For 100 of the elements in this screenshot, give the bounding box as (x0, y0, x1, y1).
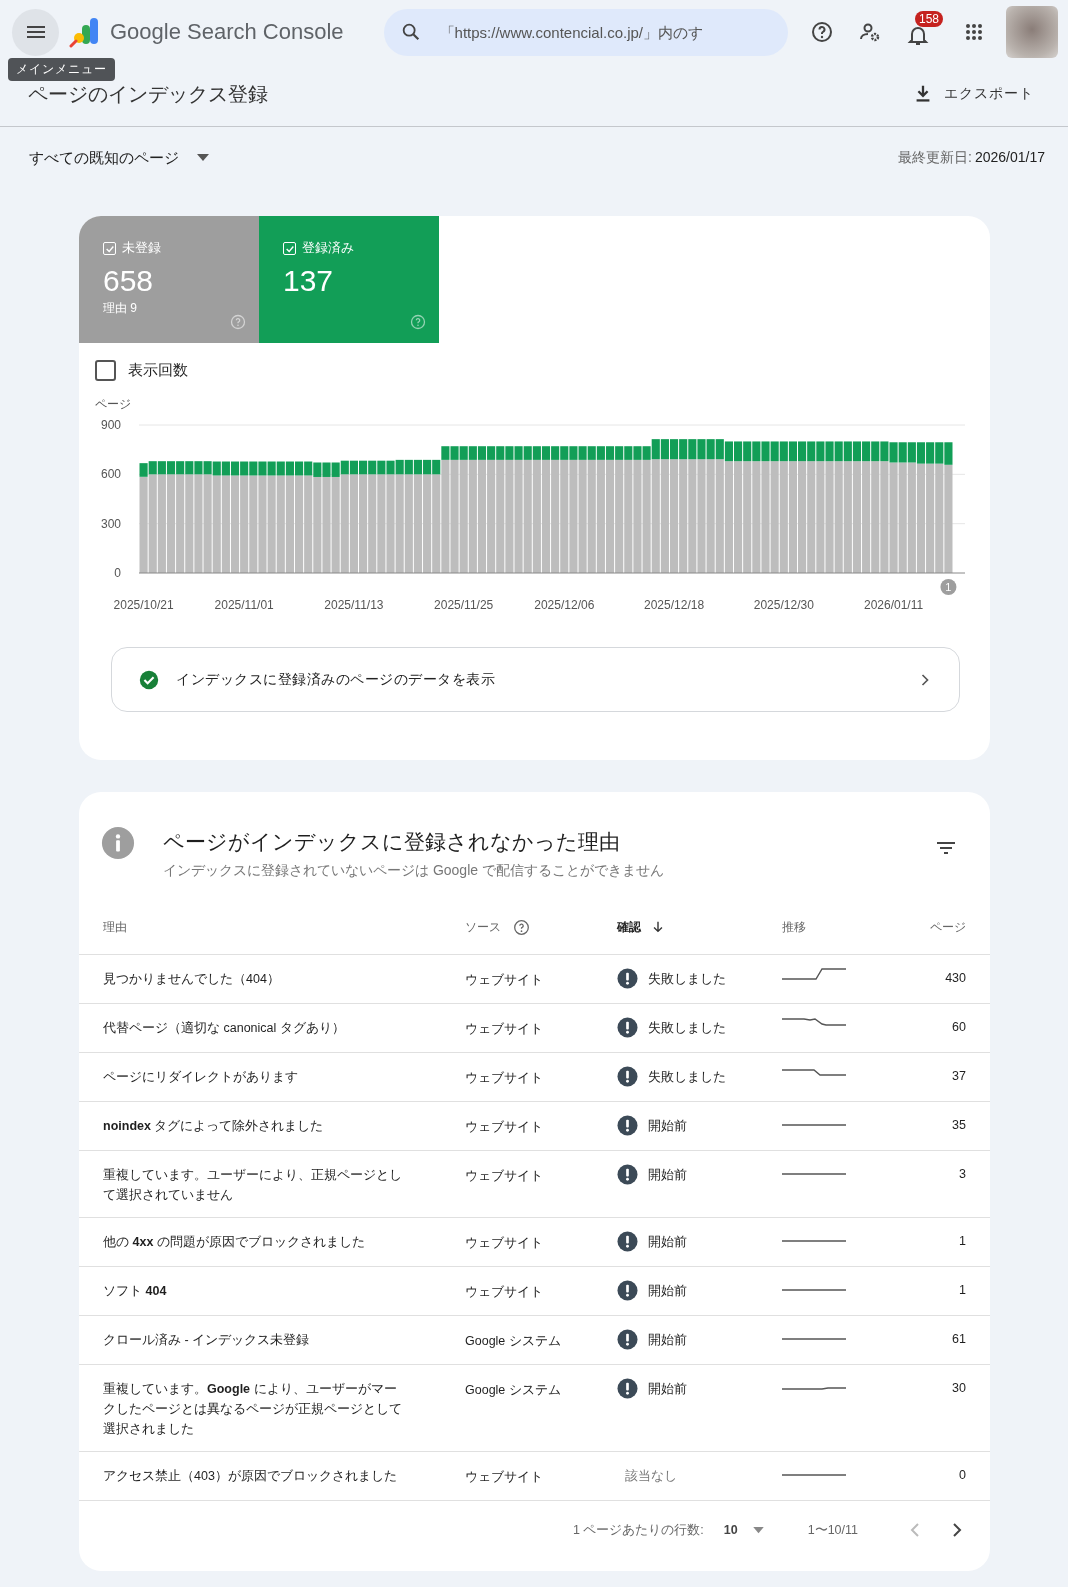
source-cell: Google システム (465, 1383, 561, 1397)
x-tick-label: 2025/12/06 (534, 598, 595, 612)
column-header[interactable]: 確認 (617, 919, 641, 935)
rows-per-page-label: 1 ページあたりの行数: (572, 1521, 704, 1539)
pages-cell: 61 (952, 1332, 966, 1346)
tile-checkbox[interactable] (103, 242, 116, 255)
table-row[interactable]: noindex タグによって除外されました ウェブサイト 開始前 35 (79, 1102, 990, 1151)
notifications-button[interactable]: 158 (898, 9, 946, 55)
caret-icon (197, 154, 209, 162)
status-cell-text: 失敗しました (648, 1020, 726, 1037)
reason-cell-text: 重複しています。Google により、ユーザーがマークしたページとは異なるページが正規ページとして選択されました (103, 1381, 403, 1438)
sort-arrow-icon[interactable] (651, 920, 665, 934)
page-filter-dropdown[interactable]: すべての既知のページ (29, 148, 209, 168)
status-cell-text: 開始前 (648, 1167, 687, 1184)
table-row[interactable]: ソフト 404 ウェブサイト 開始前 1 (79, 1267, 990, 1316)
product-name: Google Search Console (110, 19, 344, 45)
reason-cell-text: 他の 4xx の問題が原因でブロックされました (103, 1234, 366, 1251)
reason-cell-text: 重複しています。ユーザーにより、正規ページとして選択されていません (103, 1167, 403, 1204)
reason-cell-text: ページにリダイレクトがあります (103, 1069, 299, 1086)
table-row[interactable]: 重複しています。Google により、ユーザーがマークしたページとは異なるページが正規ページとして選択されました Google システム 開始前 30 (79, 1365, 990, 1452)
table-row[interactable]: 見つかりませんでした（404） ウェブサイト 失敗しました 430 (79, 955, 990, 1004)
status-cell-text: 開始前 (648, 1283, 687, 1300)
section-subtitle: インデックスに登録されていないページは Google で配信することができません (163, 862, 665, 880)
page-range: 1〜10/11 (807, 1521, 858, 1539)
status-cell-text: 開始前 (648, 1234, 687, 1251)
x-tick-label: 2026/01/11 (863, 598, 924, 612)
pages-cell: 0 (959, 1468, 966, 1482)
column-header: ページ (930, 919, 966, 935)
pages-cell: 1 (959, 1234, 966, 1248)
search-field[interactable]: 「https://www.contencial.co.jp/」内のす (383, 8, 788, 56)
status-cell-text: 開始前 (648, 1381, 687, 1398)
notification-badge: 158 (915, 11, 944, 27)
chevron-right-icon (950, 1521, 964, 1539)
tooltip: メインメニュー (8, 57, 115, 81)
table-row[interactable]: 代替ページ（適切な canonical タグあり） ウェブサイト 失敗しました 60 (79, 1004, 990, 1053)
chevron-left-icon (908, 1521, 922, 1539)
column-header: 理由 (103, 919, 127, 935)
tile-label: 未登録 (122, 240, 161, 257)
source-cell: ウェブサイト (465, 973, 543, 987)
section-title: ページがインデックスに登録されなかった理由 (163, 829, 621, 855)
tile-label: 登録済み (302, 240, 354, 257)
reason-cell-text: noindex タグによって除外されました (103, 1118, 325, 1135)
x-tick-label: 2025/12/18 (644, 598, 705, 612)
reason-cell-text: ソフト 404 (103, 1283, 168, 1300)
pages-cell: 1 (959, 1283, 966, 1297)
source-cell: ウェブサイト (465, 1470, 543, 1484)
pages-cell: 37 (952, 1069, 966, 1083)
status-cell-text: 失敗しました (648, 971, 726, 988)
next-page-button[interactable] (950, 1521, 964, 1539)
source-cell: ウェブサイト (465, 1120, 543, 1134)
source-cell: Google システム (465, 1334, 561, 1348)
table-row[interactable]: クロール済み - インデックス未登録 Google システム 開始前 61 (79, 1316, 990, 1365)
info-icon (101, 826, 135, 860)
source-cell: ウェブサイト (465, 1022, 543, 1036)
check-circle-icon (138, 668, 160, 691)
reason-cell-text: 代替ページ（適切な canonical タグあり） (103, 1020, 346, 1037)
rows-per-page-select[interactable]: 10 (723, 1523, 764, 1537)
help-icon (810, 20, 834, 44)
caret-icon (752, 1526, 764, 1534)
pages-cell: 3 (959, 1167, 966, 1181)
source-cell: ウェブサイト (465, 1071, 543, 1085)
tile-subtext: 理由 9 (103, 300, 138, 317)
reason-cell-text: クロール済み - インデックス未登録 (103, 1332, 311, 1349)
x-tick-label: 2025/12/30 (753, 598, 814, 612)
y-axis-label: ページ (95, 397, 131, 411)
tile-value: 658 (103, 264, 155, 298)
source-cell: ウェブサイト (465, 1169, 543, 1183)
x-tick-label: 2025/11/01 (214, 598, 274, 612)
status-cell-text: 開始前 (648, 1118, 687, 1135)
source-cell: ウェブサイト (465, 1285, 543, 1299)
pages-cell: 60 (952, 1020, 966, 1034)
column-header: 推移 (782, 919, 806, 935)
pages-cell: 430 (945, 971, 966, 985)
table-row[interactable]: アクセス禁止（403）が原因でブロックされました ウェブサイト 該当なし 0 (79, 1452, 990, 1501)
x-tick-label: 2025/10/21 (113, 598, 174, 612)
y-tick-label: 900 (100, 418, 121, 432)
export-button[interactable]: エクスポート (912, 83, 1034, 105)
tile-value: 137 (283, 264, 335, 298)
y-tick-label: 0 (114, 566, 121, 580)
source-cell: ウェブサイト (465, 1236, 543, 1250)
pages-cell: 30 (952, 1381, 966, 1395)
updated-date: 2026/01/17 (974, 149, 1045, 165)
impressions-checkbox[interactable] (95, 360, 116, 381)
x-tick-label: 2025/11/25 (434, 598, 494, 612)
impressions-label: 表示回数 (128, 361, 188, 380)
reason-cell-text: 見つかりませんでした（404） (103, 971, 281, 988)
status-cell-text: 該当なし (625, 1468, 677, 1485)
table-row[interactable]: 重複しています。ユーザーにより、正規ページとして選択されていません ウェブサイト 開始前 3 (79, 1151, 990, 1218)
reason-cell-text: アクセス禁止（403）が原因でブロックされました (103, 1468, 398, 1485)
y-tick-label: 300 (100, 516, 121, 531)
x-tick-label: 2025/11/13 (324, 598, 384, 612)
help-icon[interactable] (513, 918, 530, 936)
column-header: ソース (465, 919, 501, 935)
menu-button[interactable] (12, 8, 59, 56)
tile-checkbox[interactable] (283, 242, 296, 255)
table-row[interactable]: 他の 4xx の問題が原因でブロックされました ウェブサイト 開始前 1 (79, 1218, 990, 1267)
status-cell-text: 開始前 (648, 1332, 687, 1349)
table-row[interactable]: ページにリダイレクトがあります ウェブサイト 失敗しました 37 (79, 1053, 990, 1102)
indexed-pages-link[interactable]: インデックスに登録済みのページのデータを表示 (111, 647, 960, 712)
updated-label: 最終更新日: (898, 149, 972, 165)
